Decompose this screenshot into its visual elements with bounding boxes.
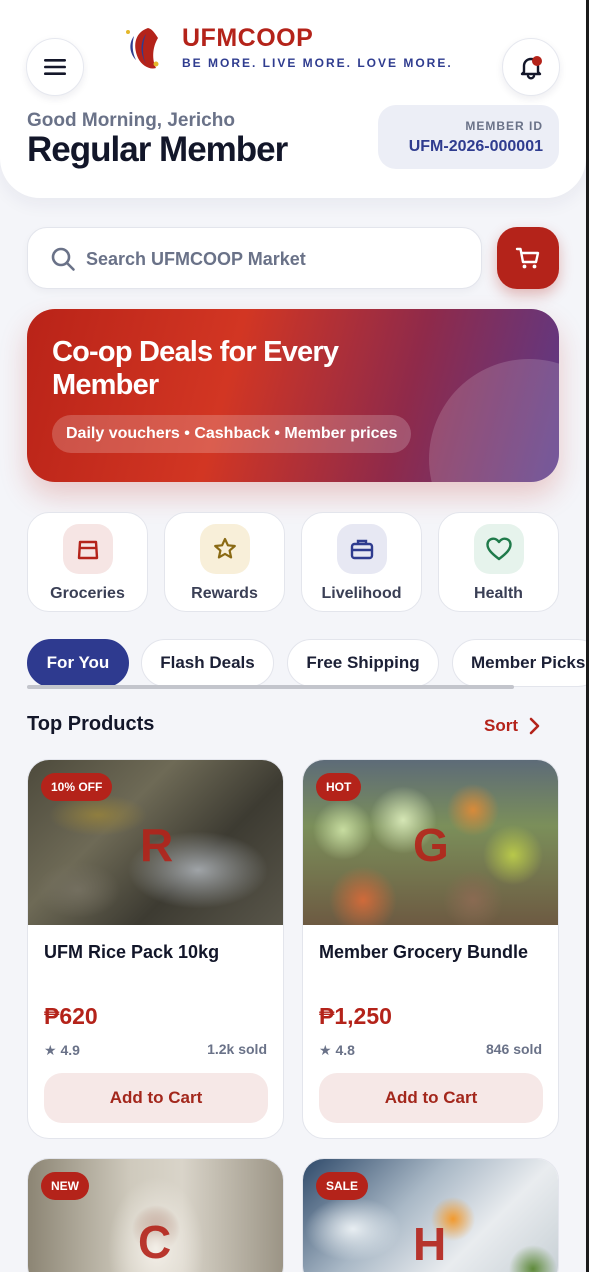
product-card[interactable]: H SALE [302, 1158, 559, 1272]
tab-free-shipping[interactable]: Free Shipping [287, 639, 439, 687]
product-price: ₱1,250 [319, 1003, 392, 1029]
category-label: Groceries [50, 585, 125, 602]
category-health[interactable]: Health [438, 512, 559, 612]
ufmcoop-logo [126, 28, 159, 69]
member-type: Regular Member [27, 130, 288, 169]
category-livelihood[interactable]: Livelihood [301, 512, 422, 612]
menu-button[interactable] [26, 38, 84, 96]
member-id-label: MEMBER ID [465, 119, 543, 133]
tabs-scrollbar[interactable] [27, 685, 514, 689]
sort-label: Sort [484, 716, 518, 735]
discount-badge: 10% OFF [41, 773, 113, 801]
search-bar[interactable] [27, 227, 482, 289]
cart-icon [515, 247, 540, 269]
add-to-cart-button[interactable]: Add to Cart [319, 1073, 543, 1123]
category-label: Livelihood [321, 585, 402, 602]
hot-badge: HOT [316, 773, 362, 801]
notifications-button[interactable] [502, 38, 560, 96]
image-letter: H [413, 1218, 447, 1270]
member-id-card: MEMBER ID UFM-2026-000001 [378, 105, 559, 169]
product-sold-count: 846 sold [485, 1041, 542, 1057]
brand-name: UFMCOOP [182, 24, 314, 52]
banner-subtitle-pill: Daily vouchers • Cashback • Member price… [52, 415, 412, 453]
member-id-value: UFM-2026-000001 [408, 138, 543, 155]
search-icon [51, 247, 75, 271]
image-letter: G [413, 819, 449, 871]
product-card[interactable]: G HOT Member Grocery Bundle ₱1,250 ★ 4.8… [302, 759, 559, 1139]
image-letter: C [138, 1216, 172, 1268]
banner-decor-circle [429, 359, 559, 482]
product-price: ₱620 [44, 1003, 98, 1029]
category-label: Health [474, 585, 523, 602]
app-screen: UFMCOOP BE MORE. LIVE MORE. LOVE MORE. G… [0, 0, 586, 1272]
category-label: Rewards [191, 585, 258, 602]
category-rewards[interactable]: Rewards [164, 512, 285, 612]
product-card[interactable]: R 10% OFF UFM Rice Pack 10kg ₱620 ★ 4.9 … [27, 759, 284, 1139]
image-letter: R [140, 819, 174, 871]
heart-icon [486, 537, 512, 561]
bell-icon [520, 56, 542, 80]
product-card[interactable]: C NEW [27, 1158, 284, 1272]
brand-tagline: BE MORE. LIVE MORE. LOVE MORE. [182, 56, 453, 70]
greeting-text: Good Morning, Jericho [27, 110, 235, 131]
new-badge: NEW [41, 1172, 89, 1200]
category-groceries[interactable]: Groceries [27, 512, 148, 612]
section-title: Top Products [27, 713, 155, 735]
sale-badge: SALE [316, 1172, 369, 1200]
tab-member-picks[interactable]: Member Picks [452, 639, 586, 687]
product-name: UFM Rice Pack 10kg [44, 942, 220, 962]
tab-for-you[interactable]: For You [27, 639, 129, 687]
briefcase-icon [350, 539, 374, 560]
tab-flash-deals[interactable]: Flash Deals [141, 639, 274, 687]
product-name: Member Grocery Bundle [319, 942, 529, 962]
shopping-bag-icon [77, 540, 99, 560]
product-sold-count: 1.2k sold [207, 1041, 267, 1057]
product-rating: ★ 4.9 [44, 1042, 80, 1058]
promo-banner[interactable]: Co-op Deals for Every Member Daily vouch… [27, 309, 559, 482]
add-to-cart-button[interactable]: Add to Cart [44, 1073, 268, 1123]
product-rating: ★ 4.8 [319, 1042, 355, 1058]
hamburger-menu-icon [44, 59, 66, 75]
banner-title: Co-op Deals for Every Member [52, 336, 339, 401]
sort-button[interactable]: Sort [484, 713, 540, 739]
star-icon [214, 537, 236, 559]
search-input[interactable] [86, 238, 466, 280]
cart-button[interactable] [497, 227, 559, 289]
chevron-right-icon [529, 717, 540, 735]
